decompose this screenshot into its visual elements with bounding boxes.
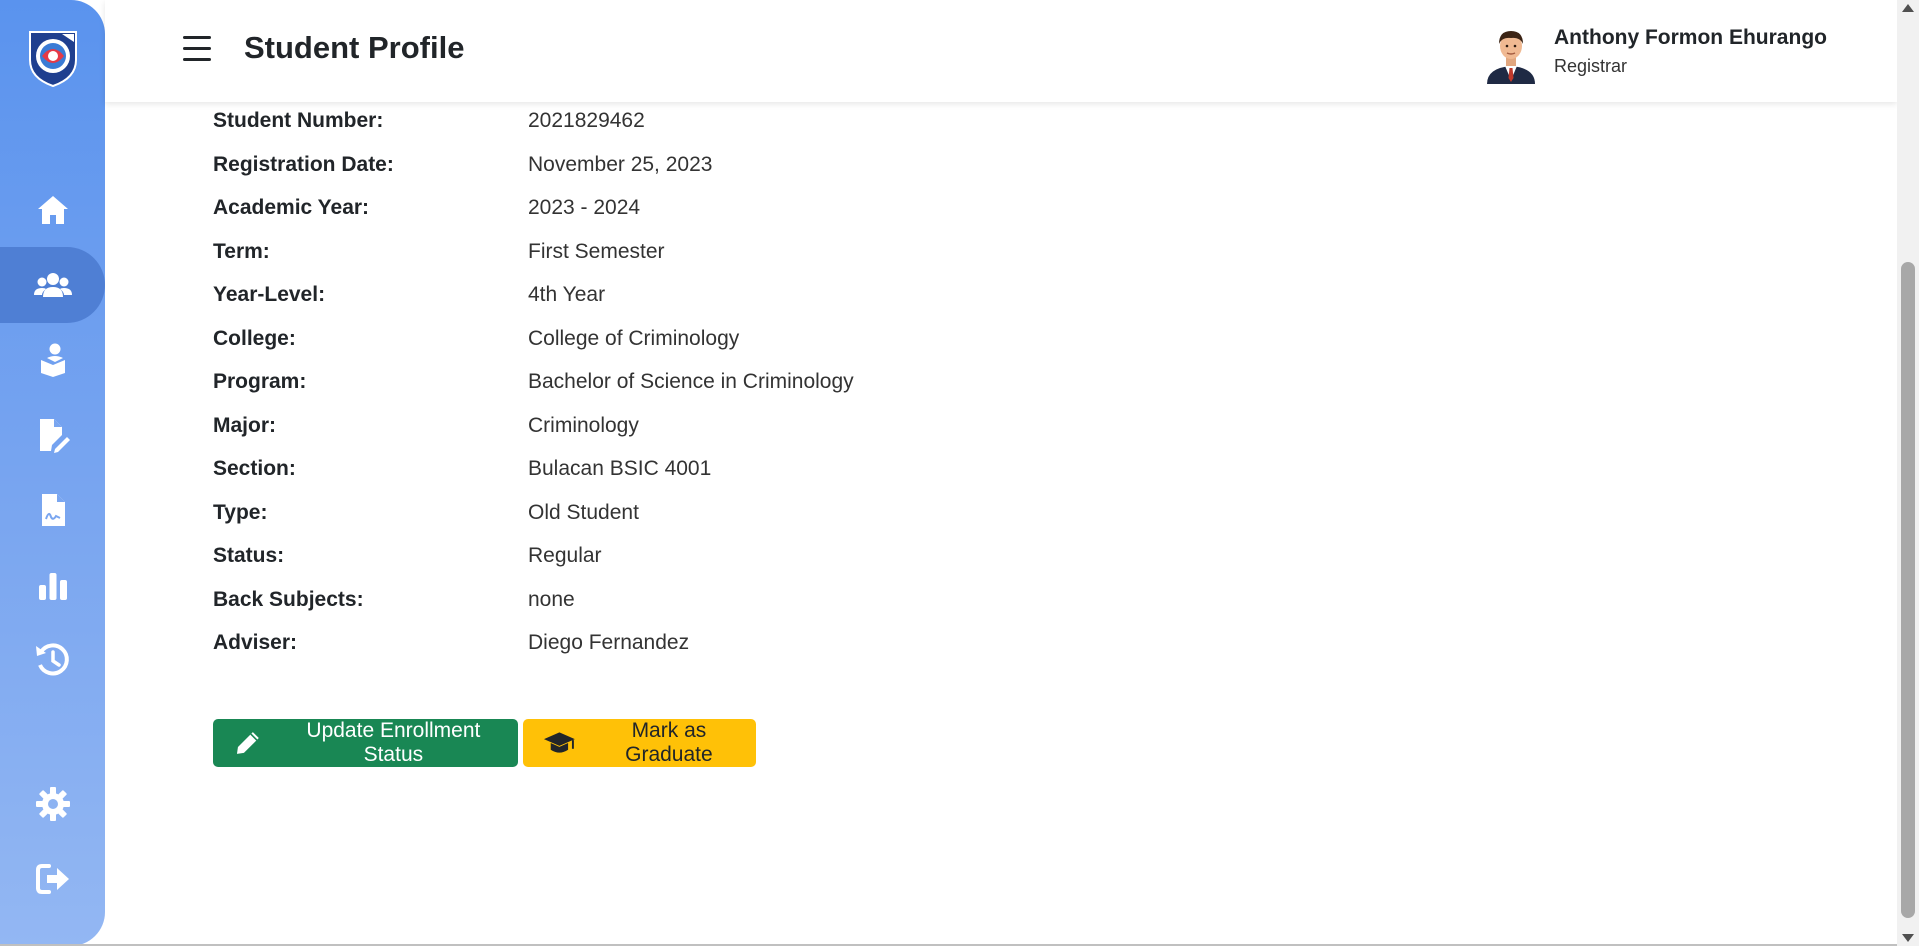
sidebar-item-reports[interactable]: [0, 547, 105, 623]
sidebar: [0, 0, 105, 946]
field-label: Back Subjects:: [213, 587, 364, 611]
sidebar-item-documents[interactable]: [0, 472, 105, 548]
scroll-down-arrow-icon[interactable]: [1902, 934, 1914, 942]
gear-icon: [35, 787, 70, 821]
home-icon: [37, 196, 68, 224]
sidebar-item-settings[interactable]: [0, 766, 105, 842]
field-value: Regular: [528, 544, 602, 567]
field-value: 2021829462: [528, 109, 645, 132]
update-enrollment-status-label: Update Enrollment Status: [306, 719, 481, 766]
field-label: Student Number:: [213, 109, 384, 132]
avatar[interactable]: [1483, 24, 1539, 84]
field-label: College:: [213, 326, 296, 350]
school-logo: [22, 26, 84, 88]
vertical-scrollbar[interactable]: [1897, 0, 1919, 946]
field-value: Diego Fernandez: [528, 631, 690, 654]
sidebar-item-records[interactable]: [0, 397, 105, 473]
update-enrollment-status-button[interactable]: Update Enrollment Status: [213, 719, 518, 767]
field-label: Program:: [213, 370, 307, 393]
field-value: First Semester: [528, 239, 665, 263]
page-title: Student Profile: [244, 30, 465, 65]
field-value: Bulacan BSIC 4001: [528, 457, 712, 480]
scroll-up-arrow-icon[interactable]: [1902, 4, 1914, 12]
menu-toggle-icon[interactable]: [183, 36, 211, 62]
field-label: Academic Year:: [213, 196, 370, 219]
field-value: Criminology: [528, 413, 639, 437]
field-value: none: [528, 587, 575, 611]
field-label: Major:: [213, 413, 276, 437]
field-label: Status:: [213, 544, 285, 567]
logout-icon: [35, 864, 69, 894]
sidebar-item-logout[interactable]: [0, 841, 105, 917]
field-value: Bachelor of Science in Criminology: [528, 370, 854, 393]
field-value: Old Student: [528, 500, 639, 524]
user-role: Registrar: [1554, 56, 1628, 76]
sidebar-item-history[interactable]: [0, 622, 105, 698]
sidebar-item-enrollment[interactable]: [0, 322, 105, 398]
top-header: Student Profile Anthony Formon Ehurango …: [105, 0, 1897, 102]
file-edit-icon: [39, 419, 70, 453]
field-label: Term:: [213, 239, 270, 263]
sidebar-item-students[interactable]: [0, 247, 105, 323]
field-label: Registration Date:: [213, 152, 394, 176]
field-label: Adviser:: [213, 631, 298, 654]
pencil-icon: [236, 732, 259, 754]
field-value: November 25, 2023: [528, 152, 713, 176]
field-value: 2023 - 2024: [528, 196, 641, 219]
field-value: 4th Year: [528, 283, 606, 306]
users-icon: [33, 273, 72, 297]
history-icon: [35, 643, 69, 676]
scrollbar-thumb[interactable]: [1901, 262, 1915, 918]
mark-as-graduate-label: Mark as Graduate: [625, 719, 713, 766]
sidebar-item-home[interactable]: [0, 172, 105, 248]
field-label: Type:: [213, 500, 268, 524]
field-label: Year-Level:: [213, 283, 326, 306]
graduation-cap-icon: [543, 732, 575, 753]
field-label: Section:: [213, 457, 296, 480]
field-value: College of Criminology: [528, 326, 740, 350]
bar-chart-icon: [38, 573, 67, 600]
user-name: Anthony Formon Ehurango: [1554, 26, 1827, 49]
mark-as-graduate-button[interactable]: Mark as Graduate: [523, 719, 756, 767]
student-reading-icon: [40, 343, 65, 377]
file-signature-icon: [41, 494, 65, 526]
